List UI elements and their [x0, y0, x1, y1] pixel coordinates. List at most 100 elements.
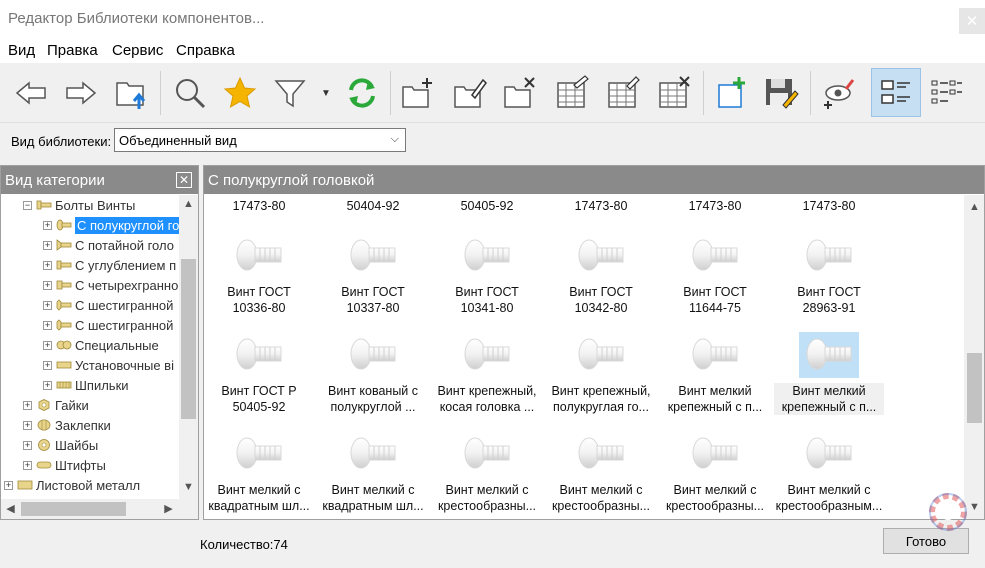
expand-toggle[interactable]: + [43, 240, 52, 250]
menu-help[interactable]: Справка [176, 42, 235, 59]
properties-button[interactable] [816, 71, 860, 115]
scroll-down-icon[interactable]: ▼ [180, 481, 197, 493]
scroll-up-icon[interactable]: ▲ [180, 198, 197, 210]
expand-toggle[interactable]: + [23, 440, 32, 450]
scroll-thumb[interactable] [21, 502, 126, 516]
tree-item[interactable]: + Установочные ві [43, 355, 174, 375]
close-panel-button[interactable]: ✕ [176, 172, 192, 188]
refresh-button[interactable] [340, 71, 384, 115]
screw-thumbnail-icon[interactable] [343, 233, 403, 279]
tree-item[interactable]: + Штифты [23, 455, 106, 475]
delete-folder-button[interactable] [498, 71, 542, 115]
screw-thumbnail-icon[interactable] [457, 233, 517, 279]
screw-thumbnail-icon[interactable] [229, 332, 289, 378]
export-button[interactable] [109, 71, 153, 115]
item-cell[interactable]: Винт крепежный, полукруглая го... [546, 383, 656, 415]
new-table-button[interactable] [550, 71, 594, 115]
screw-thumbnail-icon[interactable] [571, 431, 631, 477]
new-folder-button[interactable] [396, 71, 440, 115]
scroll-left-icon[interactable]: ◀ [2, 502, 19, 515]
item-cell[interactable]: 50405-92 [432, 198, 542, 214]
item-cell[interactable]: 17473-80 [660, 198, 770, 214]
tree-item[interactable]: + Специальные [43, 335, 159, 355]
category-horizontal-scrollbar[interactable]: ◀ ▶ [1, 499, 198, 519]
expand-toggle[interactable]: + [23, 400, 32, 410]
forward-button[interactable] [59, 71, 103, 115]
view-list-button[interactable] [924, 71, 968, 115]
item-cell[interactable]: 17473-80 [204, 198, 314, 214]
screw-thumbnail-icon[interactable] [685, 233, 745, 279]
filter-dropdown[interactable]: ▼ [316, 71, 336, 115]
expand-toggle[interactable]: + [43, 280, 52, 290]
screw-thumbnail-icon[interactable] [457, 332, 517, 378]
screw-thumbnail-icon[interactable] [685, 332, 745, 378]
item-cell[interactable]: Винт мелкий с крестообразным... [774, 482, 884, 514]
item-cell[interactable]: Винт ГОСТ 10336-80 [204, 284, 314, 316]
item-cell[interactable]: Винт мелкий с квадратным шл... [204, 482, 314, 514]
screw-thumbnail-icon[interactable] [571, 233, 631, 279]
screw-thumbnail-icon[interactable] [229, 431, 289, 477]
item-cell-selected[interactable]: Винт мелкий крепежный с п... [774, 383, 884, 415]
save-button[interactable] [759, 71, 803, 115]
filter-button[interactable] [268, 71, 312, 115]
tree-item[interactable]: + С шестигранной [43, 315, 173, 335]
item-cell[interactable]: Винт ГОСТ 11644-75 [660, 284, 770, 316]
expand-toggle[interactable]: + [43, 260, 52, 270]
close-window-button[interactable]: ✕ [959, 8, 985, 34]
scroll-up-icon[interactable]: ▲ [966, 201, 983, 213]
tree-item[interactable]: + С потайной голо [43, 235, 174, 255]
screw-thumbnail-icon[interactable] [343, 332, 403, 378]
delete-table-button[interactable] [652, 71, 696, 115]
back-button[interactable] [9, 71, 53, 115]
screw-thumbnail-icon[interactable] [457, 431, 517, 477]
items-vertical-scrollbar[interactable]: ▲ ▼ [964, 195, 984, 519]
search-button[interactable] [168, 71, 212, 115]
tree-item[interactable]: + Шпильки [43, 375, 129, 395]
item-cell[interactable]: Винт кованый с полукруглой ... [318, 383, 428, 415]
item-cell[interactable]: Винт ГОСТ 28963-91 [774, 284, 884, 316]
tree-item[interactable]: + Заклепки [23, 415, 111, 435]
expand-toggle[interactable]: + [43, 300, 52, 310]
tree-item[interactable]: + Листовой металл [4, 475, 140, 495]
item-cell[interactable]: Винт мелкий крепежный с п... [660, 383, 770, 415]
expand-toggle[interactable]: + [43, 380, 52, 390]
tree-item-selected[interactable]: + С полукруглой го [43, 215, 179, 235]
item-cell[interactable]: Винт ГОСТ 10337-80 [318, 284, 428, 316]
item-cell[interactable]: Винт ГОСТ 10342-80 [546, 284, 656, 316]
menu-view[interactable]: Вид [8, 42, 35, 59]
screw-thumbnail-icon[interactable] [229, 233, 289, 279]
scroll-right-icon[interactable]: ▶ [160, 502, 177, 515]
tree-item[interactable]: + С углублением п [43, 255, 176, 275]
edit-table-button[interactable] [601, 71, 645, 115]
screw-thumbnail-icon[interactable] [799, 431, 859, 477]
item-cell[interactable]: Винт мелкий с крестообразны... [432, 482, 542, 514]
expand-toggle[interactable]: + [43, 340, 52, 350]
screw-thumbnail-icon[interactable] [685, 431, 745, 477]
tree-item[interactable]: − Болты Винты [23, 195, 135, 215]
expand-toggle[interactable]: + [43, 320, 52, 330]
expand-toggle[interactable]: + [43, 360, 52, 370]
add-item-button[interactable] [709, 71, 753, 115]
scroll-thumb[interactable] [967, 353, 982, 423]
menu-edit[interactable]: Правка [47, 42, 98, 59]
tree-item[interactable]: + С четырехгранно [43, 275, 178, 295]
item-cell[interactable]: Винт мелкий с квадратным шл... [318, 482, 428, 514]
item-cell[interactable]: Винт мелкий с крестообразны... [660, 482, 770, 514]
item-cell[interactable]: 17473-80 [774, 198, 884, 214]
expand-toggle[interactable]: + [23, 420, 32, 430]
item-cell[interactable]: 17473-80 [546, 198, 656, 214]
view-details-button[interactable] [871, 68, 921, 117]
library-view-select[interactable]: Объединенный вид ⌵ [114, 128, 406, 152]
edit-folder-button[interactable] [448, 71, 492, 115]
expand-toggle[interactable]: + [43, 220, 52, 230]
expand-toggle[interactable]: + [4, 480, 13, 490]
screw-thumbnail-icon[interactable] [799, 233, 859, 279]
screw-thumbnail-icon[interactable] [571, 332, 631, 378]
tree-item[interactable]: + Гайки [23, 395, 89, 415]
item-cell[interactable]: Винт крепежный, косая головка ... [432, 383, 542, 415]
favorites-button[interactable] [218, 71, 262, 115]
collapse-toggle[interactable]: − [23, 200, 32, 210]
screw-thumbnail-icon[interactable] [799, 332, 859, 378]
screw-thumbnail-icon[interactable] [343, 431, 403, 477]
tree-item[interactable]: + Шайбы [23, 435, 98, 455]
